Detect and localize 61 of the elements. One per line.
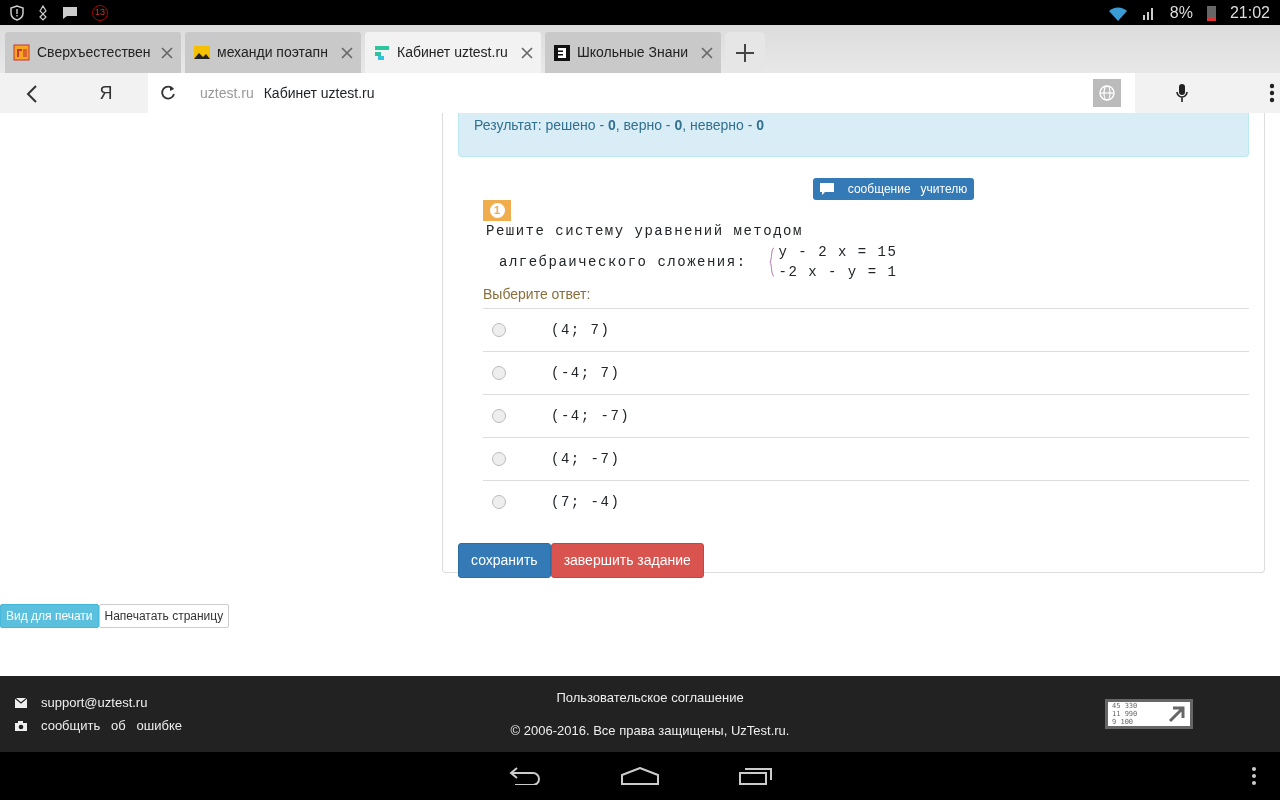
arrow-icon xyxy=(1168,705,1186,723)
agreement-link[interactable]: Пользовательское соглашение xyxy=(556,687,744,707)
answer-option[interactable]: (4; 7) xyxy=(551,319,611,341)
address-field[interactable]: uztest.ru Кабинет uztest.ru xyxy=(148,73,1135,113)
chat-icon xyxy=(62,5,78,20)
save-button[interactable]: сохранить xyxy=(458,543,551,578)
mail-icon xyxy=(15,697,27,708)
browser-tab[interactable]: Сверхъестествен xyxy=(5,32,181,73)
clock: 21:02 xyxy=(1229,2,1270,23)
question-number-badge: 1 xyxy=(483,200,511,221)
copyright: © 2006-2016. Все права защищены, UzTest.ru. xyxy=(510,722,790,740)
print-page-button[interactable]: Напечатать страницу xyxy=(98,604,230,628)
browser-tab[interactable]: механди поэтапн xyxy=(185,32,361,73)
equation: y - 2 x = 15 xyxy=(778,243,898,262)
camera-icon xyxy=(15,720,27,731)
signal-icon xyxy=(1141,5,1156,20)
radio-button[interactable] xyxy=(492,323,506,337)
radio-button[interactable] xyxy=(492,495,506,509)
report-error-link[interactable]: сообщить об ошибке xyxy=(41,715,182,736)
finish-button[interactable]: завершить задание xyxy=(550,543,704,578)
result-alert: Результат: решено - 0, верно - 0, неверно - 0 xyxy=(458,113,1249,157)
close-icon[interactable] xyxy=(161,46,173,59)
back-icon[interactable] xyxy=(507,767,541,785)
browser-tab[interactable]: Школьные Знани xyxy=(545,32,721,73)
recent-apps-icon[interactable] xyxy=(739,767,773,785)
radio-button[interactable] xyxy=(492,452,506,466)
close-icon[interactable] xyxy=(341,46,353,59)
globe-icon[interactable] xyxy=(1093,79,1121,107)
brace-icon xyxy=(768,247,775,277)
home-icon[interactable] xyxy=(621,767,659,785)
close-icon[interactable] xyxy=(701,46,713,59)
question-text: Решите систему уравнений методом xyxy=(486,222,804,241)
browser-tab[interactable]: Кабинет uztest.ru xyxy=(365,32,541,73)
message-teacher-button[interactable]: сообщение учителю xyxy=(812,178,975,200)
close-icon[interactable] xyxy=(521,46,533,59)
battery-icon xyxy=(1206,4,1216,21)
email-link[interactable]: support@uztest.ru xyxy=(41,692,148,713)
menu-icon[interactable] xyxy=(1269,83,1275,103)
equation: -2 x - y = 1 xyxy=(778,263,898,282)
radio-button[interactable] xyxy=(492,366,506,380)
yandex-button[interactable]: Я xyxy=(64,73,148,113)
microphone-icon[interactable] xyxy=(1175,83,1189,103)
back-icon xyxy=(26,83,38,104)
reload-icon[interactable] xyxy=(160,85,176,101)
shield-icon xyxy=(10,4,24,21)
answer-prompt: Выберите ответ: xyxy=(483,285,592,304)
menu-icon[interactable] xyxy=(1251,766,1257,786)
answer-option[interactable]: (7; -4) xyxy=(551,491,621,513)
answer-option[interactable]: (-4; 7) xyxy=(551,362,621,384)
radio-button[interactable] xyxy=(492,409,506,423)
question-text: алгебраического сложения: xyxy=(499,252,747,272)
comment-icon xyxy=(819,183,834,195)
answer-option[interactable]: (-4; -7) xyxy=(551,405,631,427)
plus-icon xyxy=(735,43,755,64)
battery-level: 8% xyxy=(1169,2,1193,23)
answer-option[interactable]: (4; -7) xyxy=(551,448,621,470)
logo-icon xyxy=(373,43,391,62)
logo-icon xyxy=(553,43,571,62)
usb-icon xyxy=(38,4,48,21)
wifi-icon xyxy=(1107,4,1128,21)
image-icon xyxy=(193,43,211,62)
